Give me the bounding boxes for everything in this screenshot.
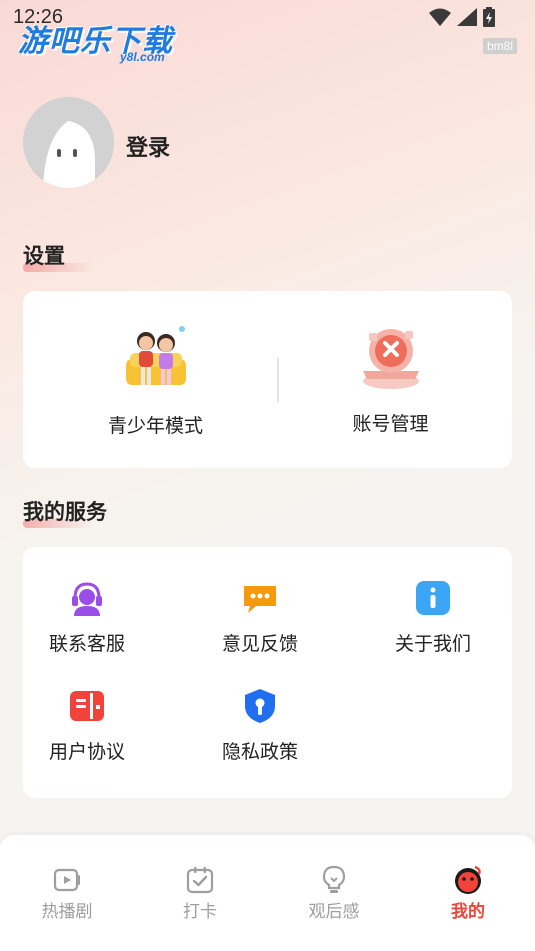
- tab-checkin-label: 打卡: [183, 902, 217, 922]
- settings-card: 青少年模式 账号管理: [23, 291, 512, 468]
- service-privacy[interactable]: 隐私政策: [200, 688, 320, 764]
- tab-checkin[interactable]: 打卡: [160, 865, 240, 922]
- login-link[interactable]: 登录: [126, 130, 170, 162]
- avatar[interactable]: [23, 97, 114, 188]
- services-title: 我的服务: [23, 496, 107, 528]
- bottom-tab-bar: 热播剧 打卡 观后感 我的: [0, 835, 535, 951]
- status-icons: [429, 7, 495, 27]
- account-manage-item[interactable]: 账号管理: [328, 321, 453, 436]
- settings-divider: [277, 358, 279, 402]
- teen-mode-icon: [125, 326, 186, 385]
- service-about-label: 关于我们: [394, 633, 471, 655]
- service-feedback[interactable]: 意见反馈: [200, 580, 320, 656]
- tab-review-label: 观后感: [308, 902, 360, 922]
- default-avatar-icon: [23, 97, 114, 188]
- checkin-icon: [186, 867, 214, 894]
- account-manage-label: 账号管理: [352, 413, 429, 435]
- lightbulb-icon: [322, 865, 346, 893]
- signal-icon: [457, 8, 477, 26]
- customer-service-icon: [72, 582, 102, 616]
- settings-title: 设置: [23, 240, 93, 272]
- tab-mine[interactable]: 我的: [428, 865, 508, 922]
- services-card: 联系客服 意见反馈 关于我们 用户协议 隐私政策: [23, 547, 512, 798]
- service-agreement-label: 用户协议: [48, 741, 125, 763]
- tab-mine-label: 我的: [451, 902, 485, 922]
- battery-icon: [483, 7, 495, 27]
- tab-hot-drama-label: 热播剧: [41, 902, 93, 922]
- service-about[interactable]: 关于我们: [373, 580, 493, 656]
- privacy-shield-icon: [245, 689, 275, 723]
- feedback-icon: [244, 586, 276, 613]
- service-agreement[interactable]: 用户协议: [27, 688, 147, 764]
- agreement-icon: [70, 691, 104, 721]
- teen-mode-item[interactable]: 青少年模式: [93, 323, 218, 438]
- teen-mode-label: 青少年模式: [107, 415, 203, 437]
- video-icon: [53, 868, 80, 892]
- service-privacy-label: 隐私政策: [221, 741, 298, 763]
- service-contact-label: 联系客服: [48, 633, 125, 655]
- tab-hot-drama[interactable]: 热播剧: [27, 865, 107, 922]
- watermark-badge: bm8l: [483, 38, 518, 54]
- account-manage-icon: [362, 329, 419, 389]
- info-icon: [416, 581, 450, 615]
- wifi-icon: [429, 8, 451, 26]
- watermark-sub: y8l.com: [120, 50, 165, 64]
- service-contact[interactable]: 联系客服: [27, 580, 147, 656]
- tab-review[interactable]: 观后感: [294, 865, 374, 922]
- mine-icon: [455, 865, 481, 894]
- service-feedback-label: 意见反馈: [221, 633, 298, 655]
